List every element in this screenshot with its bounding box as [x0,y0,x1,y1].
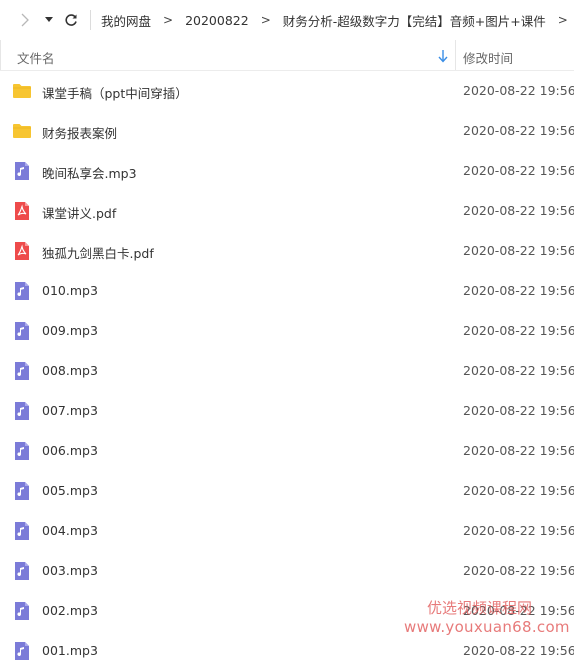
file-row[interactable]: 独孤九剑黑白卡.pdf 2020-08-22 19:56 [0,231,574,271]
file-row[interactable]: 001.mp3 2020-08-22 19:56 [0,631,574,671]
audio-file-icon [15,642,29,660]
folder-icon [13,84,31,98]
pdf-file-icon [15,202,29,220]
file-list: 课堂手稿（ppt中间穿插） 2020-08-22 19:56 财务报表案例 2020-… [0,71,574,671]
file-name: 课堂手稿（ppt中间穿插） [42,86,188,101]
file-row[interactable]: 财务报表案例 2020-08-22 19:56 [0,111,574,151]
audio-file-icon [15,322,29,340]
file-modified-date: 2020-08-22 19:56 [463,563,574,578]
file-name: 课堂讲义.pdf [42,206,117,221]
file-name: 006.mp3 [42,443,98,458]
breadcrumb-item-root[interactable]: 我的网盘 [101,11,151,30]
column-header-name[interactable]: 文件名 [17,48,55,67]
file-modified-date: 2020-08-22 19:56 [463,403,574,418]
file-name: 004.mp3 [42,523,98,538]
breadcrumb-item-course-folder[interactable]: 财务分析-超级数字力【完结】音频+图片+课件 [283,11,546,30]
file-modified-date: 2020-08-22 19:56 [463,283,574,298]
file-row[interactable]: 004.mp3 2020-08-22 19:56 [0,511,574,551]
audio-file-icon [15,402,29,420]
breadcrumb-separator: > [163,13,174,27]
column-header-modified[interactable]: 修改时间 [463,48,513,67]
file-row[interactable]: 008.mp3 2020-08-22 19:56 [0,351,574,391]
file-row[interactable]: 003.mp3 2020-08-22 19:56 [0,551,574,591]
file-modified-date: 2020-08-22 19:56 [463,323,574,338]
file-row[interactable]: 009.mp3 2020-08-22 19:56 [0,311,574,351]
file-name: 008.mp3 [42,363,98,378]
audio-file-icon [15,162,29,180]
chevron-right-icon [21,13,29,27]
header-divider [455,40,456,70]
file-name: 010.mp3 [42,283,98,298]
column-header: 文件名 修改时间 [0,40,574,71]
watermark-url: www.youxuan68.com [404,618,570,636]
file-name: 003.mp3 [42,563,98,578]
file-row[interactable]: 晚间私享会.mp3 2020-08-22 19:56 [0,151,574,191]
file-row[interactable]: 006.mp3 2020-08-22 19:56 [0,431,574,471]
file-name: 005.mp3 [42,483,98,498]
file-row[interactable]: 007.mp3 2020-08-22 19:56 [0,391,574,431]
file-modified-date: 2020-08-22 19:56 [463,443,574,458]
refresh-button[interactable] [60,8,82,32]
audio-file-icon [15,442,29,460]
toolbar: 我的网盘 > 20200822 > 财务分析-超级数字力【完结】音频+图片+课件… [0,0,574,40]
audio-file-icon [15,602,29,620]
breadcrumb-separator: > [260,13,271,27]
file-row[interactable]: 010.mp3 2020-08-22 19:56 [0,271,574,311]
audio-file-icon [15,282,29,300]
file-modified-date: 2020-08-22 19:56 [463,483,574,498]
file-row[interactable]: 课堂讲义.pdf 2020-08-22 19:56 [0,191,574,231]
file-row[interactable]: 005.mp3 2020-08-22 19:56 [0,471,574,511]
folder-icon [13,124,31,138]
file-row[interactable]: 课堂手稿（ppt中间穿插） 2020-08-22 19:56 [0,71,574,111]
toolbar-divider [90,10,91,30]
audio-file-icon [15,362,29,380]
forward-button[interactable] [14,8,36,32]
audio-file-icon [15,482,29,500]
file-modified-date: 2020-08-22 19:56 [463,363,574,378]
file-name: 009.mp3 [42,323,98,338]
audio-file-icon [15,562,29,580]
breadcrumb: 我的网盘 > 20200822 > 财务分析-超级数字力【完结】音频+图片+课件… [101,0,574,40]
file-name: 007.mp3 [42,403,98,418]
caret-down-icon [45,17,53,22]
file-modified-date: 2020-08-22 19:56 [463,243,574,258]
file-name: 001.mp3 [42,643,98,658]
file-name: 财务报表案例 [42,126,118,141]
file-name: 独孤九剑黑白卡.pdf [42,246,154,261]
file-modified-date: 2020-08-22 19:56 [463,83,574,98]
watermark-title: 优选视频课程网 [427,599,533,617]
breadcrumb-item-date-folder[interactable]: 20200822 [185,13,249,28]
file-modified-date: 2020-08-22 19:56 [463,643,574,658]
file-modified-date: 2020-08-22 19:56 [463,163,574,178]
audio-file-icon [15,522,29,540]
file-name: 晚间私享会.mp3 [42,166,137,181]
file-modified-date: 2020-08-22 19:56 [463,123,574,138]
breadcrumb-separator[interactable]: > [558,13,568,27]
file-modified-date: 2020-08-22 19:56 [463,523,574,538]
header-divider [0,40,1,70]
refresh-icon [65,14,77,26]
file-name: 002.mp3 [42,603,98,618]
sort-descending-icon[interactable] [437,49,449,63]
file-modified-date: 2020-08-22 19:56 [463,203,574,218]
history-dropdown-button[interactable] [40,8,58,32]
pdf-file-icon [15,242,29,260]
